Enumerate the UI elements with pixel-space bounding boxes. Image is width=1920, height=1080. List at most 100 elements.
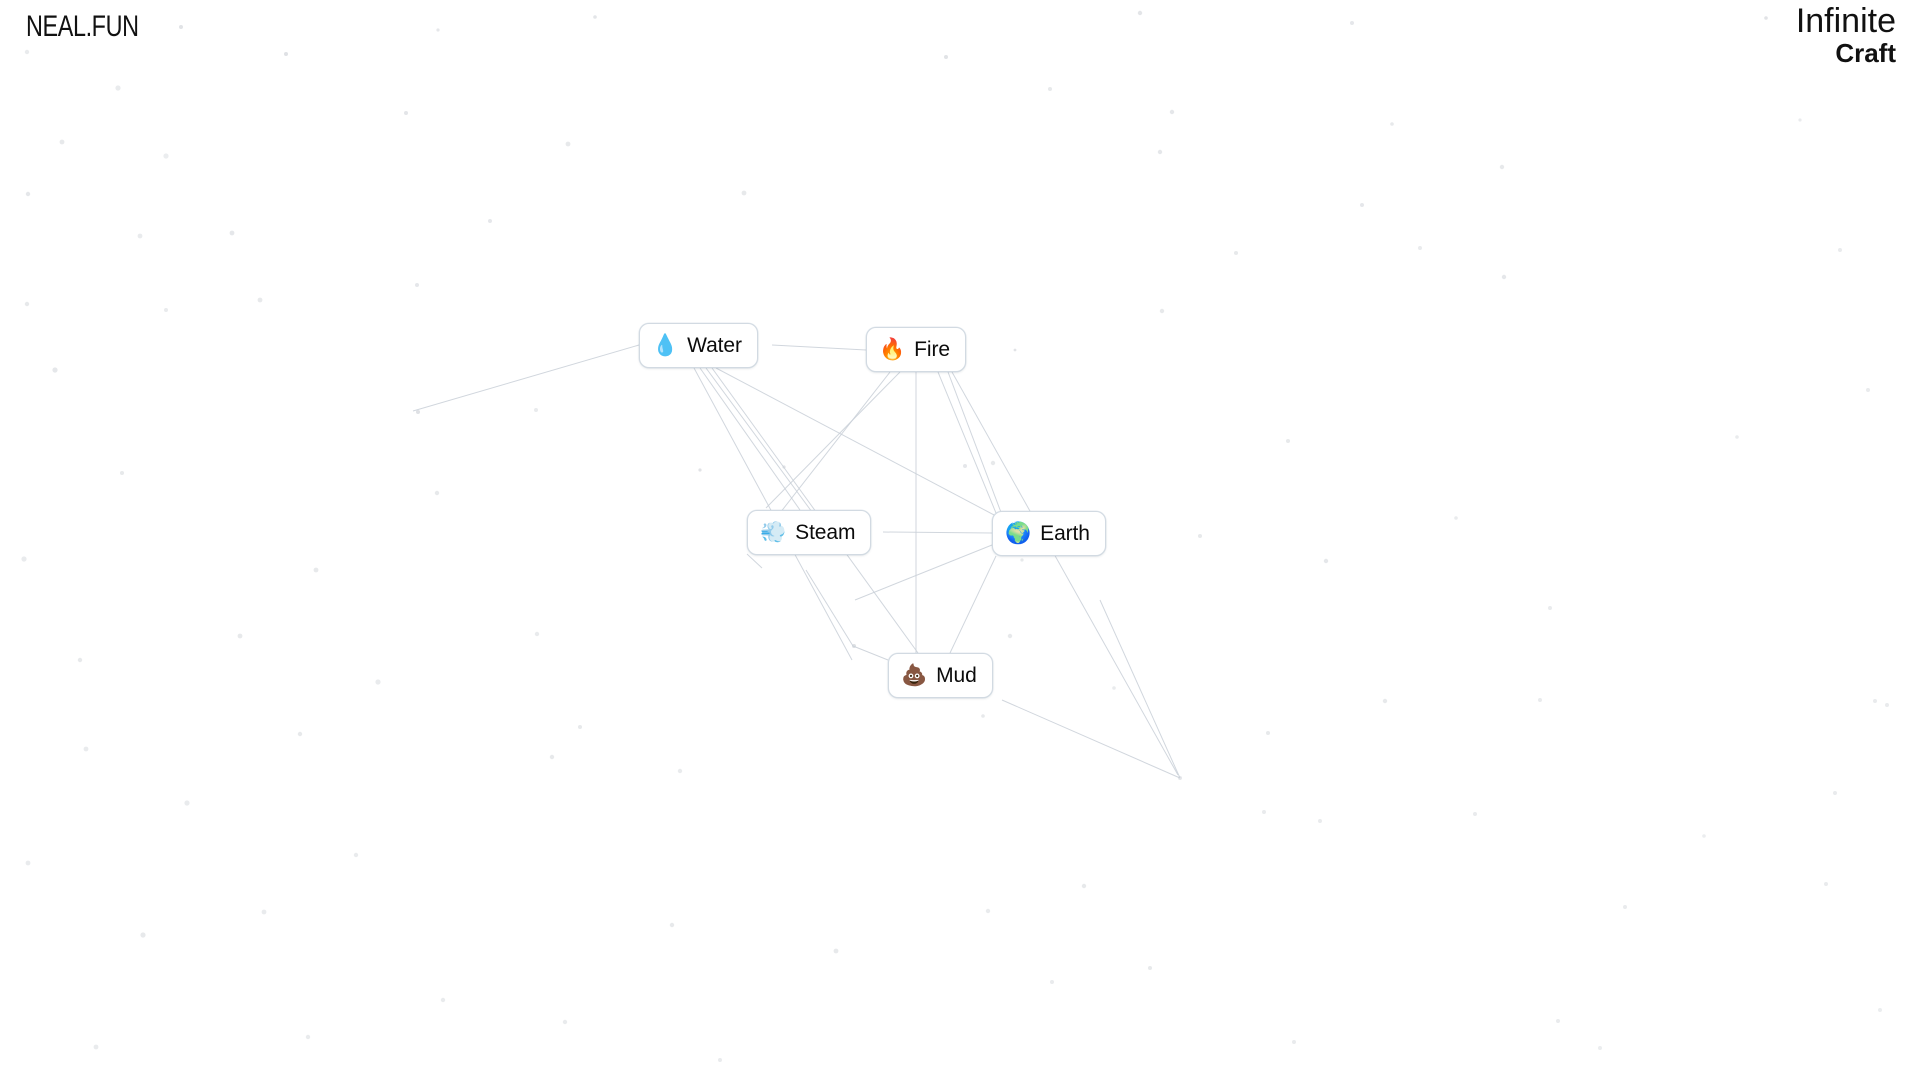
background-dot (1169, 109, 1175, 115)
dashing-away-icon: 💨 (760, 520, 787, 544)
flame-icon: 🔥 (879, 337, 906, 361)
connector-line (1099, 599, 1181, 779)
connector-line (779, 371, 891, 514)
background-dot (1838, 248, 1842, 252)
background-dot (120, 471, 124, 475)
background-dot (1262, 810, 1266, 814)
background-dot (59, 139, 65, 145)
background-dot (404, 111, 408, 115)
background-dot (782, 465, 786, 469)
background-dot (93, 1044, 99, 1050)
background-dot (1623, 905, 1627, 909)
element-label: Water (687, 334, 742, 357)
background-dot (1798, 118, 1802, 122)
connector-line (951, 371, 1179, 776)
background-dot (21, 556, 27, 562)
background-dot (1323, 558, 1329, 564)
background-dot (1112, 686, 1116, 690)
background-dot (963, 464, 967, 468)
background-dot (1735, 435, 1739, 439)
background-dot (434, 490, 440, 496)
background-dot (1873, 699, 1877, 703)
element-card-earth[interactable]: 🌍 Earth (992, 511, 1106, 556)
background-dot (229, 230, 235, 236)
background-dot (1382, 698, 1388, 704)
background-dot (593, 15, 597, 19)
background-dot (77, 657, 83, 663)
connector-line (746, 553, 763, 569)
connector-line (765, 371, 901, 509)
background-dot (1266, 731, 1270, 735)
background-dot (1499, 164, 1505, 170)
background-dot (698, 468, 702, 472)
background-dot (83, 746, 89, 752)
background-dot (375, 679, 381, 685)
background-dot (1081, 883, 1087, 889)
background-dot (833, 948, 839, 954)
connector-line (705, 367, 813, 513)
background-dot (562, 1019, 568, 1025)
connector-line (947, 371, 1003, 516)
background-dot (24, 49, 30, 55)
element-card-steam[interactable]: 💨 Steam (747, 510, 872, 555)
neal-fun-logo[interactable]: NEAL.FUN (26, 10, 139, 44)
background-dot (416, 410, 420, 414)
connector-line (715, 367, 997, 517)
background-dot (1157, 149, 1163, 155)
element-card-mud[interactable]: 💩 Mud (888, 653, 993, 698)
background-dot (137, 233, 143, 239)
background-dot (164, 308, 168, 312)
background-dot (669, 922, 675, 928)
element-label: Fire (914, 338, 950, 361)
background-dot (852, 644, 856, 648)
element-card-water[interactable]: 💧 Water (639, 323, 758, 368)
background-dot (1885, 703, 1889, 707)
background-dot (944, 55, 948, 59)
background-dot (1390, 122, 1394, 126)
background-dot (1198, 534, 1202, 538)
background-dot (1020, 558, 1024, 562)
background-dot (24, 301, 30, 307)
background-dot (257, 297, 263, 303)
connector-line (854, 544, 993, 601)
background-dot (1137, 10, 1143, 16)
infinite-craft-canvas[interactable]: NEAL.FUN Infinite Craft 💧 Water 🔥 Fire 💨 Stea… (0, 0, 1920, 1080)
element-connector-lines (412, 344, 1181, 779)
background-dot (1148, 966, 1152, 970)
connector-line (805, 569, 854, 647)
background-dot (488, 219, 492, 223)
background-dot (1598, 1046, 1602, 1050)
background-dot (436, 28, 440, 32)
connector-line (882, 531, 993, 534)
element-label: Earth (1040, 522, 1090, 545)
background-dot (237, 633, 243, 639)
background-dot (163, 153, 169, 159)
background-dot (140, 932, 146, 938)
element-label: Mud (936, 664, 977, 687)
background-starfield (21, 10, 1889, 1062)
background-dot (718, 1058, 722, 1062)
background-dot (297, 731, 303, 737)
background-dot (1702, 834, 1706, 838)
background-dot (1292, 1040, 1296, 1044)
background-dot (1360, 203, 1364, 207)
background-dot (1501, 274, 1507, 280)
background-dot (313, 567, 319, 573)
background-dot (1286, 439, 1290, 443)
background-dot (1833, 791, 1837, 795)
element-card-fire[interactable]: 🔥 Fire (866, 327, 966, 372)
page-title-line1: Infinite (1795, 2, 1896, 40)
background-dot (284, 52, 288, 56)
background-dot (1159, 308, 1165, 314)
background-dot (990, 460, 996, 466)
background-dot (1418, 246, 1422, 250)
background-dot (1350, 21, 1354, 25)
background-dot (1178, 776, 1182, 780)
background-dot (981, 714, 985, 718)
background-dot (25, 191, 31, 197)
background-dot (534, 631, 540, 637)
background-dot (1234, 251, 1238, 255)
background-dot (25, 860, 31, 866)
pile-of-poo-icon: 💩 (901, 663, 928, 687)
background-dot (1473, 812, 1477, 816)
